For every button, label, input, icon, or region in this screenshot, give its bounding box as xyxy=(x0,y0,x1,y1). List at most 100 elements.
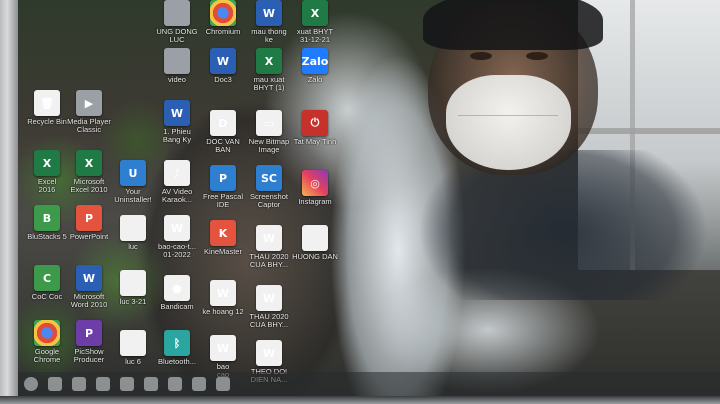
excel-icon: X xyxy=(34,150,60,176)
desktop-icon[interactable]: Zalo Zalo xyxy=(286,48,344,84)
desktop-icon-label: KineMaster xyxy=(204,247,242,256)
person-reflection-eye xyxy=(470,52,492,60)
taskbar-app-icon[interactable] xyxy=(144,377,158,391)
desktop-icon-label: THAU 2020 CUA BHY... xyxy=(249,312,289,329)
taskbar-app-icon[interactable] xyxy=(168,377,182,391)
desktop-icon[interactable]: ◎ Instagram xyxy=(286,170,344,206)
desktop-icon[interactable]: ⏻ Tat May Tinh xyxy=(286,110,344,146)
start-button[interactable] xyxy=(24,377,38,391)
monitor-bezel-bottom xyxy=(0,396,720,404)
taskbar xyxy=(18,372,720,396)
file-icon xyxy=(120,330,146,356)
word-doc-icon: W xyxy=(164,100,190,126)
person-reflection-shirt xyxy=(413,150,720,300)
word-doc-icon: W xyxy=(256,0,282,26)
taskbar-app-icon[interactable] xyxy=(96,377,110,391)
bitmap-icon: ▭ xyxy=(256,110,282,136)
window-frame-reflection xyxy=(578,128,720,134)
face-mask xyxy=(446,75,571,170)
excel-icon: X xyxy=(256,48,282,74)
desktop-icon-label: luc 3-21 xyxy=(119,297,147,306)
desktop-icon-label: THAU 2020 CUA BHY... xyxy=(249,252,289,269)
kinemaster-icon: K xyxy=(210,220,236,246)
desktop-icon-label: PowerPoint xyxy=(69,232,109,241)
person-reflection-eye xyxy=(526,52,548,60)
file-icon xyxy=(120,215,146,241)
desktop-icon[interactable]: W THAU 2020 CUA BHY... xyxy=(240,285,298,329)
taskbar-app-icon[interactable] xyxy=(120,377,134,391)
word-doc-icon: W xyxy=(210,335,236,361)
bluetooth-icon: ᛒ xyxy=(164,330,190,356)
picshow-icon: P xyxy=(76,320,102,346)
desktop-icon-label: Tat May Tinh xyxy=(293,137,337,146)
word-doc-icon: W xyxy=(256,340,282,366)
karaoke-icon: ♪ xyxy=(164,160,190,186)
desktop-icon-label: xuat BHYT 31-12-21 xyxy=(296,27,334,44)
desktop-icon-label: DOC VAN BAN xyxy=(206,137,240,154)
desktop-icon-label: UNG DONG LUC xyxy=(156,27,198,44)
face-mask-fold xyxy=(458,115,558,116)
desktop-icon-label: bao-cao-t... 01-2022 xyxy=(158,242,196,259)
taskbar-app-icon[interactable] xyxy=(72,377,86,391)
taskbar-app-icon[interactable] xyxy=(48,377,62,391)
word-doc-icon: W xyxy=(210,48,236,74)
excel-icon: X xyxy=(76,150,102,176)
desktop-icon-label: Zalo xyxy=(307,75,323,84)
chrome-icon xyxy=(34,320,60,346)
bandicam-icon: ● xyxy=(164,275,190,301)
word-doc-icon: W xyxy=(256,225,282,251)
word-doc-icon: D xyxy=(210,110,236,136)
powerpoint-icon: P xyxy=(76,205,102,231)
video-icon xyxy=(164,48,190,74)
pascal-icon: P xyxy=(210,165,236,191)
recycle-bin-icon: 🗑 xyxy=(34,90,60,116)
folder-icon xyxy=(164,0,190,26)
desktop-icon-label: Chromium xyxy=(205,27,241,36)
desktop-icon-label: video xyxy=(168,75,186,84)
desktop-icon-label: Microsoft Word 2010 xyxy=(70,292,108,309)
person-reflection-hair xyxy=(423,0,603,50)
desktop-wallpaper: UNG DONG LUC Chromium Wmau thong ke Xxuat B… xyxy=(18,0,720,396)
monitor-bezel xyxy=(0,0,18,404)
desktop-icon-label: Instagram xyxy=(298,197,332,206)
coccoc-icon: C xyxy=(34,265,60,291)
media-player-icon: ▶ xyxy=(76,90,102,116)
desktop-icon-label: luc xyxy=(128,242,138,251)
bluestacks-icon: B xyxy=(34,205,60,231)
desktop-icon-label: 1. Phieu Bang Ky xyxy=(162,127,192,144)
desktop-icon-label: mau xuat BHYT (1) xyxy=(253,75,285,92)
desktop-icon-label: luc 6 xyxy=(125,357,141,366)
taskbar-app-icon[interactable] xyxy=(216,377,230,391)
zalo-icon: Zalo xyxy=(302,48,328,74)
desktop-icon-label: Screenshot Captor xyxy=(250,192,288,209)
file-icon xyxy=(302,225,328,251)
word-icon: W xyxy=(76,265,102,291)
desktop-icon-label: Free Pascal IDE xyxy=(202,192,244,209)
desktop-icon-label: AV Video Karaok... xyxy=(161,187,193,204)
desktop-icon-label: Bluetooth... xyxy=(158,357,196,366)
desktop-icon-label: HUONG DAN xyxy=(292,252,338,261)
desktop-icon-label: ke hoang 12 xyxy=(202,307,244,316)
screenshot-icon: SC xyxy=(256,165,282,191)
instagram-icon: ◎ xyxy=(302,170,328,196)
desktop-icon-label: PicShow Producer xyxy=(73,347,105,364)
excel-icon: X xyxy=(302,0,328,26)
desktop-icon-label: mau thong ke xyxy=(251,27,287,44)
desktop-icon-label: Doc3 xyxy=(214,75,232,84)
power-icon: ⏻ xyxy=(302,110,328,136)
desktop-icon[interactable]: Xxuat BHYT 31-12-21 xyxy=(286,0,344,44)
desktop-icon-label: Media Player Classic xyxy=(67,117,111,134)
desktop-icon-label: Google Chrome xyxy=(33,347,61,364)
taskbar-app-icon[interactable] xyxy=(192,377,206,391)
word-doc-icon: W xyxy=(210,280,236,306)
chromium-icon xyxy=(210,0,236,26)
file-icon xyxy=(120,270,146,296)
desktop-icon[interactable]: ▶ Media Player Classic xyxy=(60,90,118,134)
desktop-icon-label: Microsoft Excel 2010 xyxy=(70,177,108,194)
word-doc-icon: W xyxy=(164,215,190,241)
desktop-icon-label: CoC Coc xyxy=(31,292,63,301)
desktop-icon-label: Excel 2016 xyxy=(37,177,57,194)
desktop-icon-label: New Bitmap Image xyxy=(248,137,290,154)
desktop-icon[interactable]: HUONG DAN xyxy=(286,225,344,261)
desktop-icon-label: Bandicam xyxy=(160,302,194,311)
